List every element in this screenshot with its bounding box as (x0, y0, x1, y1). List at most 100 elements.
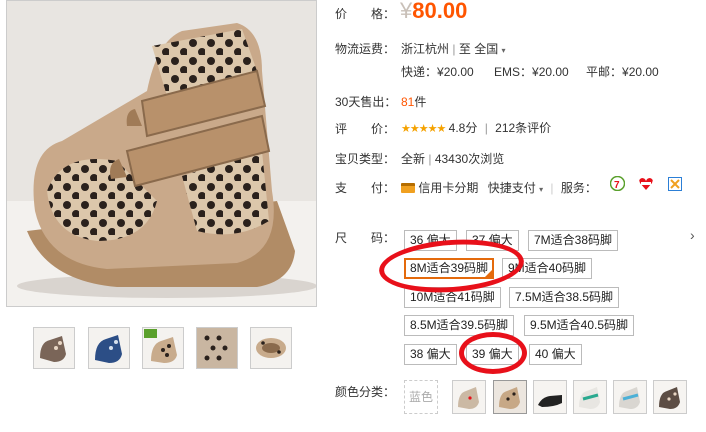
color-option[interactable] (452, 380, 486, 414)
payment-methods: 信用卡分期 快捷支付 ▾ | 服务： (401, 179, 597, 196)
sold-count: 81 (401, 95, 415, 109)
return-icon-svg: 7 (609, 175, 626, 192)
service-label: 服务： (560, 181, 597, 195)
item-type-value: 全新 | 43430次浏览 (401, 150, 504, 167)
size-option[interactable]: 10M适合41码脚 (404, 287, 501, 308)
shoe-thumbnail (143, 328, 183, 368)
size-option-label: 8M适合39码脚 (410, 261, 489, 275)
chevron-down-icon: ▾ (501, 46, 506, 55)
credit-installment-link[interactable]: 信用卡分期 (418, 181, 478, 195)
shipping-label: 物流运费： (335, 42, 396, 56)
ship-to-prefix: 至 (458, 42, 471, 56)
ship-from: 浙江杭州 (401, 42, 450, 56)
credit-card-icon (401, 183, 415, 193)
currency-symbol: ¥ (400, 0, 413, 23)
rating-score: 4.8分 (448, 121, 478, 135)
rate-value: ¥20.00 (437, 65, 474, 79)
ship-to: 全国 (474, 42, 499, 56)
rate-value: ¥20.00 (622, 65, 659, 79)
shoe-swatch (614, 381, 646, 413)
size-option[interactable]: 36 偏大 (404, 230, 457, 251)
review-count-link[interactable]: 212条评价 (495, 121, 551, 135)
price-label: 价 格： (335, 7, 396, 21)
shoe-illustration (7, 1, 316, 306)
size-option[interactable]: 9M适合40码脚 (502, 258, 593, 279)
shoe-thumbnail (251, 328, 291, 368)
shoe-swatch (654, 381, 686, 413)
color-option[interactable] (493, 380, 527, 414)
size-option-label: 36 偏大 (410, 233, 451, 247)
separator: | (550, 181, 554, 195)
color-option[interactable] (573, 380, 607, 414)
size-option-selected[interactable]: 8M适合39码脚 (404, 258, 495, 279)
rate-name: 平邮： (586, 65, 623, 79)
size-option[interactable]: 37 偏大 (466, 230, 519, 251)
size-option-label: 8.5M适合39.5码脚 (410, 318, 509, 332)
ship-to-select[interactable]: 全国 ▾ (474, 42, 505, 56)
thumbnail-4[interactable] (196, 327, 238, 369)
shipping-rate-post: 平邮：¥20.00 (586, 63, 659, 80)
rate-value: ¥20.00 (532, 65, 569, 79)
invoice-icon[interactable] (668, 177, 682, 191)
color-option[interactable] (533, 380, 567, 414)
view-count: 43430次浏览 (434, 152, 505, 166)
size-option[interactable]: 7M适合38码脚 (528, 230, 619, 251)
size-label: 尺 码： (335, 231, 396, 245)
item-condition: 全新 (401, 152, 426, 166)
separator: | (428, 152, 432, 166)
shipping-route: 浙江杭州 | 至 全国 ▾ (401, 40, 506, 57)
thumbnail-3[interactable] (142, 327, 184, 369)
more-arrow-icon[interactable]: › (690, 227, 695, 243)
shoe-thumbnail (89, 328, 129, 368)
svg-text:7: 7 (614, 180, 620, 191)
size-option-label: 9M适合40码脚 (508, 261, 587, 275)
guarantee-icon-svg (639, 178, 653, 190)
size-option[interactable]: 9.5M适合40.5码脚 (524, 315, 635, 336)
shoe-swatch (494, 381, 526, 413)
price-amount: 80.00 (412, 0, 468, 23)
size-option[interactable]: 8.5M适合39.5码脚 (404, 315, 515, 336)
shoe-thumbnail (34, 328, 74, 368)
separator: | (484, 121, 488, 135)
shipping-rate-express: 快递：¥20.00 (401, 63, 474, 80)
shoe-swatch (453, 381, 485, 413)
color-option-label: 蓝色 (408, 390, 433, 404)
price-value: ¥80.00 (400, 0, 467, 24)
payment-label: 支 付： (335, 181, 396, 195)
rating-value: ★★★★★ 4.8分 | 212条评价 (401, 119, 551, 136)
size-option-label: 40 偏大 (535, 347, 576, 361)
rating-label: 评 价： (335, 122, 396, 136)
size-option-label: 7.5M适合38.5码脚 (515, 290, 614, 304)
size-option-label: 7M适合38码脚 (534, 233, 613, 247)
shoe-thumbnail (197, 328, 237, 368)
sold-label: 30天售出： (335, 95, 397, 109)
color-label: 颜色分类： (335, 385, 396, 399)
star-rating-icon: ★★★★★ (401, 123, 446, 135)
seven-day-return-icon[interactable]: 7 (609, 175, 626, 192)
color-option[interactable] (613, 380, 647, 414)
shoe-swatch (574, 381, 606, 413)
invoice-icon-svg (668, 177, 682, 191)
sold-value: 81件 (401, 93, 426, 110)
color-option-text[interactable]: 蓝色 (404, 380, 438, 414)
rate-name: 快递： (401, 65, 438, 79)
guarantee-icon[interactable] (638, 177, 654, 191)
main-product-image[interactable] (6, 0, 317, 307)
quick-pay-link[interactable]: 快捷支付 (488, 181, 536, 195)
sold-unit: 件 (414, 95, 427, 109)
size-option[interactable]: 39 偏大 (466, 344, 519, 365)
shipping-rate-ems: EMS：¥20.00 (494, 63, 569, 80)
thumbnail-2[interactable] (88, 327, 130, 369)
size-option[interactable]: 7.5M适合38.5码脚 (509, 287, 620, 308)
shoe-swatch (534, 381, 566, 413)
chevron-down-icon: ▾ (539, 185, 544, 194)
item-type-label: 宝贝类型： (335, 152, 396, 166)
rate-name: EMS： (494, 65, 533, 79)
size-option-label: 38 偏大 (410, 347, 451, 361)
color-option[interactable] (653, 380, 687, 414)
size-option[interactable]: 40 偏大 (529, 344, 582, 365)
thumbnail-5[interactable] (250, 327, 292, 369)
separator: | (452, 42, 456, 56)
size-option[interactable]: 38 偏大 (404, 344, 457, 365)
thumbnail-1[interactable] (33, 327, 75, 369)
